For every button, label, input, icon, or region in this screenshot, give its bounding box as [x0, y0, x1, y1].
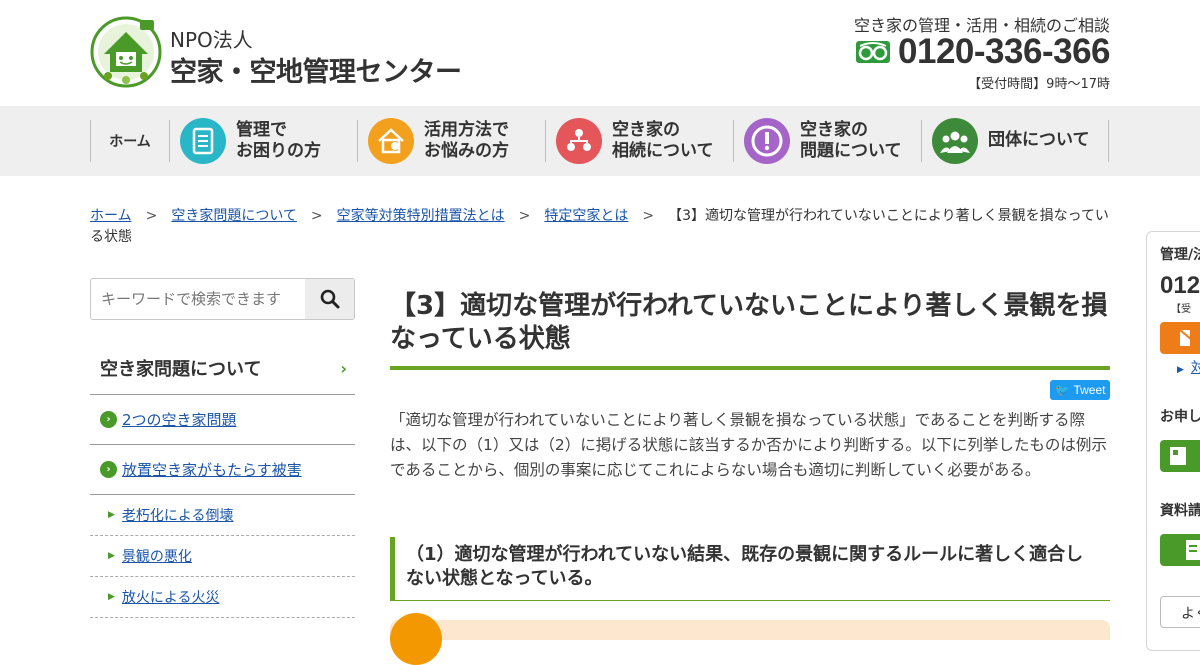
- triangle-bullet-icon: ▶: [108, 551, 115, 561]
- org-type: NPO法人: [170, 28, 253, 52]
- nav-label: 団体について: [988, 130, 1090, 151]
- triangle-bullet-icon: ▶: [108, 592, 115, 602]
- breadcrumb: ホーム > 空き家問題について > 空家等対策特別措置法とは > 特定空家とは > 【3】適切な…: [90, 206, 1110, 248]
- sidebar-heading[interactable]: 空き家問題について ›: [90, 342, 355, 395]
- sidebar-heading-title: 空き家問題について: [100, 359, 262, 380]
- search-input[interactable]: [91, 279, 305, 319]
- floating-contact-panel: 管理/法 0120 【受 ▶対 お申し 資料請 よく: [1146, 231, 1200, 651]
- apply-button[interactable]: [1160, 440, 1200, 472]
- breadcrumb-separator: >: [145, 208, 158, 224]
- triangle-bullet-icon: ▶: [108, 510, 115, 520]
- sidebar-item-link[interactable]: 放置空き家がもたらす被害: [122, 459, 302, 480]
- house-icon: [368, 118, 414, 164]
- chevron-right-icon: ›: [340, 358, 347, 378]
- panel-label: お申し: [1160, 409, 1200, 425]
- chevron-circle-icon: ›: [100, 411, 117, 428]
- nav-problems[interactable]: 空き家の 問題について: [733, 118, 921, 164]
- form-icon: [1170, 447, 1186, 465]
- nav-home[interactable]: ホーム: [90, 120, 169, 162]
- sidebar-subitem-link[interactable]: 老朽化による倒壊: [122, 505, 234, 525]
- search-button[interactable]: [305, 279, 354, 319]
- nav-label: 空き家の 問題について: [800, 119, 902, 161]
- panel-phone[interactable]: 0120: [1160, 272, 1200, 300]
- nav-home-label: ホーム: [109, 134, 151, 150]
- nav-utilization[interactable]: 活用方法で お悩みの方: [357, 118, 545, 164]
- panel-link-label: 対: [1191, 360, 1200, 376]
- panel-link[interactable]: ▶対: [1177, 357, 1200, 377]
- breadcrumb-separator: >: [518, 208, 531, 224]
- clipboard-icon: [180, 118, 226, 164]
- chevron-circle-icon: ›: [100, 461, 117, 478]
- family-tree-icon: [556, 118, 602, 164]
- triangle-bullet-icon: ▶: [1177, 365, 1184, 375]
- free-dial-icon: [856, 41, 891, 63]
- mail-icon: [1179, 329, 1200, 346]
- document-request-button[interactable]: [1160, 534, 1200, 566]
- nav-inheritance[interactable]: 空き家の 相続について: [545, 118, 733, 164]
- nav-management[interactable]: 管理で お困りの方: [169, 118, 357, 164]
- phone-block[interactable]: 0120-336-366: [856, 32, 1110, 72]
- house-logo-icon[interactable]: [90, 14, 162, 90]
- mail-button[interactable]: [1160, 322, 1200, 354]
- sidebar-subitem[interactable]: ▶ 放火による火災: [90, 577, 355, 618]
- breadcrumb-link-problems[interactable]: 空き家問題について: [171, 208, 297, 224]
- search-box: [90, 278, 355, 320]
- document-icon: [1186, 540, 1200, 560]
- sidebar-item-link[interactable]: 2つの空き家問題: [122, 409, 237, 430]
- breadcrumb-separator: >: [642, 208, 655, 224]
- exclamation-icon: [744, 118, 790, 164]
- subheading: （1）適切な管理が行われていない結果、既存の景観に関するルールに著しく適合しない…: [390, 537, 1110, 601]
- panel-label: 管理/法: [1160, 247, 1200, 263]
- tweet-label: Tweet: [1073, 383, 1106, 397]
- sidebar-item[interactable]: › 2つの空き家問題: [90, 395, 355, 445]
- sidebar-subitem-link[interactable]: 景観の悪化: [122, 546, 192, 566]
- panel-label: 資料請: [1160, 503, 1200, 519]
- global-nav: ホーム 管理で お困りの方 活用方法で お悩みの方 空き家の 相続について 空き…: [0, 106, 1200, 176]
- search-icon: [320, 289, 339, 309]
- sidebar-item[interactable]: › 放置空き家がもたらす被害: [90, 445, 355, 495]
- breadcrumb-separator: >: [310, 208, 323, 224]
- nav-label: 管理で お困りの方: [236, 119, 321, 161]
- breadcrumb-link-law[interactable]: 空家等対策特別措置法とは: [337, 208, 505, 224]
- breadcrumb-link-home[interactable]: ホーム: [90, 208, 132, 224]
- nav-about[interactable]: 団体について: [921, 118, 1109, 164]
- title-underline: [390, 366, 1110, 370]
- sidebar-subitem[interactable]: ▶ 景観の悪化: [90, 536, 355, 577]
- site-header: NPO法人 空家・空地管理センター 空き家の管理・活用・相続のご相談 0120-…: [0, 0, 1200, 106]
- phone-hours: 【受付時間】9時～17時: [968, 77, 1110, 92]
- nav-label: 空き家の 相続について: [612, 119, 714, 161]
- panel-hours: 【受: [1171, 304, 1191, 315]
- page-title: 【3】適切な管理が行われていないことにより著しく景観を損なっている状態: [390, 291, 1108, 354]
- nav-label: 活用方法で お悩みの方: [424, 119, 509, 161]
- sidebar-subitem-link[interactable]: 放火による火災: [122, 587, 220, 607]
- twitter-bird-icon: 🐦: [1054, 383, 1070, 397]
- org-name[interactable]: 空家・空地管理センター: [170, 50, 462, 89]
- tweet-button[interactable]: 🐦 Tweet: [1050, 380, 1110, 400]
- example-badge-icon: [390, 613, 442, 665]
- breadcrumb-link-specific[interactable]: 特定空家とは: [544, 208, 628, 224]
- sidebar-subitem[interactable]: ▶ 老朽化による倒壊: [90, 495, 355, 536]
- group-icon: [932, 118, 978, 164]
- phone-number[interactable]: 0120-336-366: [898, 32, 1110, 72]
- intro-paragraph: 「適切な管理が行われていないことにより著しく景観を損なっている状態」であることを…: [390, 411, 1107, 479]
- faq-button[interactable]: よく: [1160, 596, 1200, 628]
- example-box: [390, 620, 1110, 640]
